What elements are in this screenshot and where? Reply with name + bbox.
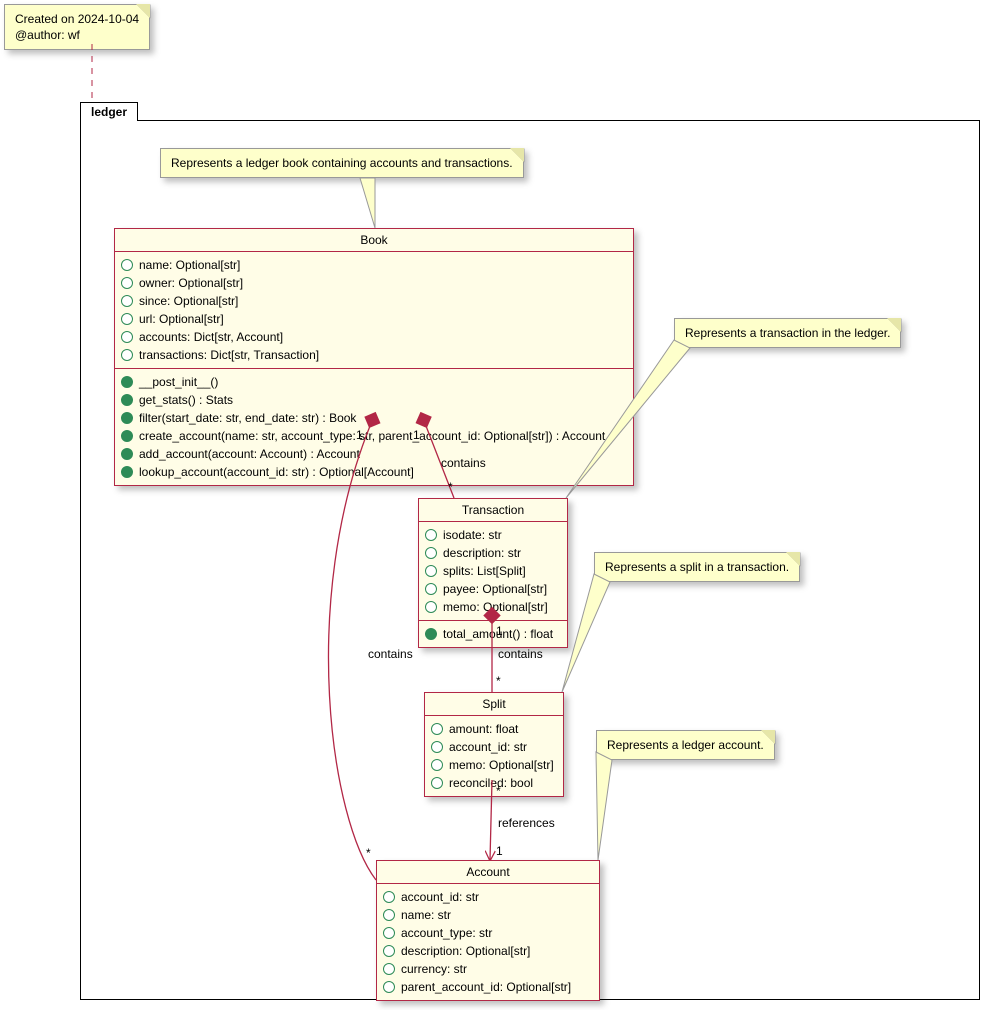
method: total_amount() : float — [425, 625, 561, 643]
visibility-icon — [121, 412, 133, 424]
field: since: Optional[str] — [121, 292, 627, 310]
visibility-icon — [383, 909, 395, 921]
note-text: Represents a ledger book containing acco… — [171, 156, 513, 170]
visibility-icon — [383, 963, 395, 975]
field: memo: Optional[str] — [425, 598, 561, 616]
field: account_id: str — [431, 738, 557, 756]
field: url: Optional[str] — [121, 310, 627, 328]
class-transaction: Transaction isodate: str description: st… — [418, 498, 568, 648]
field: transactions: Dict[str, Transaction] — [121, 346, 627, 364]
field: accounts: Dict[str, Account] — [121, 328, 627, 346]
visibility-icon — [431, 759, 443, 771]
note-transaction: Represents a transaction in the ledger. — [674, 318, 901, 348]
visibility-icon — [425, 601, 437, 613]
rel-label: references — [498, 816, 555, 830]
class-methods: total_amount() : float — [419, 620, 567, 647]
multiplicity: * — [496, 784, 501, 798]
visibility-icon — [121, 259, 133, 271]
visibility-icon — [383, 891, 395, 903]
class-title: Book — [115, 229, 633, 252]
visibility-icon — [121, 313, 133, 325]
field: isodate: str — [425, 526, 561, 544]
note-account: Represents a ledger account. — [596, 730, 775, 760]
field: description: str — [425, 544, 561, 562]
multiplicity: 1 — [356, 428, 363, 442]
visibility-icon — [431, 741, 443, 753]
visibility-icon — [431, 723, 443, 735]
field: owner: Optional[str] — [121, 274, 627, 292]
note-book: Represents a ledger book containing acco… — [160, 148, 524, 178]
class-fields: isodate: str description: str splits: Li… — [419, 522, 567, 620]
visibility-icon — [383, 927, 395, 939]
class-title: Split — [425, 693, 563, 716]
class-methods: __post_init__() get_stats() : Stats filt… — [115, 368, 633, 485]
note-metadata: Created on 2024-10-04 @author: wf — [4, 4, 150, 50]
method: lookup_account(account_id: str) : Option… — [121, 463, 627, 481]
visibility-icon — [121, 349, 133, 361]
method: add_account(account: Account) : Account — [121, 445, 627, 463]
visibility-icon — [425, 547, 437, 559]
multiplicity: 1 — [413, 428, 420, 442]
field: name: str — [383, 906, 593, 924]
class-split: Split amount: float account_id: str memo… — [424, 692, 564, 797]
class-title: Account — [377, 861, 599, 884]
method: __post_init__() — [121, 373, 627, 391]
class-fields: amount: float account_id: str memo: Opti… — [425, 716, 563, 796]
field: account_id: str — [383, 888, 593, 906]
method: get_stats() : Stats — [121, 391, 627, 409]
note-text: Represents a transaction in the ledger. — [685, 326, 890, 340]
method: create_account(name: str, account_type: … — [121, 427, 627, 445]
multiplicity: * — [496, 674, 501, 688]
field: splits: List[Split] — [425, 562, 561, 580]
visibility-icon — [121, 295, 133, 307]
multiplicity: 1 — [496, 624, 503, 638]
visibility-icon — [383, 981, 395, 993]
visibility-icon — [121, 394, 133, 406]
visibility-icon — [121, 430, 133, 442]
field: reconciled: bool — [431, 774, 557, 792]
visibility-icon — [383, 945, 395, 957]
class-fields: name: Optional[str] owner: Optional[str]… — [115, 252, 633, 368]
class-fields: account_id: str name: str account_type: … — [377, 884, 599, 1000]
note-split: Represents a split in a transaction. — [594, 552, 800, 582]
visibility-icon — [425, 529, 437, 541]
package-tab: ledger — [80, 102, 138, 121]
rel-label: contains — [441, 456, 486, 470]
field: parent_account_id: Optional[str] — [383, 978, 593, 996]
field: description: Optional[str] — [383, 942, 593, 960]
visibility-icon — [121, 466, 133, 478]
visibility-icon — [425, 583, 437, 595]
field: currency: str — [383, 960, 593, 978]
multiplicity: 1 — [496, 844, 503, 858]
field: amount: float — [431, 720, 557, 738]
visibility-icon — [121, 331, 133, 343]
visibility-icon — [431, 777, 443, 789]
class-book: Book name: Optional[str] owner: Optional… — [114, 228, 634, 486]
field: payee: Optional[str] — [425, 580, 561, 598]
package-name: ledger — [91, 105, 127, 119]
visibility-icon — [425, 628, 437, 640]
field: memo: Optional[str] — [431, 756, 557, 774]
rel-label: contains — [498, 647, 543, 661]
multiplicity: * — [448, 480, 453, 494]
method: filter(start_date: str, end_date: str) :… — [121, 409, 627, 427]
visibility-icon — [121, 448, 133, 460]
visibility-icon — [121, 376, 133, 388]
note-line: @author: wf — [15, 28, 80, 42]
note-text: Represents a split in a transaction. — [605, 560, 789, 574]
note-text: Represents a ledger account. — [607, 738, 764, 752]
rel-label: contains — [368, 647, 413, 661]
class-account: Account account_id: str name: str accoun… — [376, 860, 600, 1001]
multiplicity: * — [366, 846, 371, 860]
uml-canvas: Created on 2024-10-04 @author: wf ledger… — [0, 0, 988, 1010]
class-title: Transaction — [419, 499, 567, 522]
visibility-icon — [425, 565, 437, 577]
field: name: Optional[str] — [121, 256, 627, 274]
field: account_type: str — [383, 924, 593, 942]
note-line: Created on 2024-10-04 — [15, 12, 139, 26]
visibility-icon — [121, 277, 133, 289]
